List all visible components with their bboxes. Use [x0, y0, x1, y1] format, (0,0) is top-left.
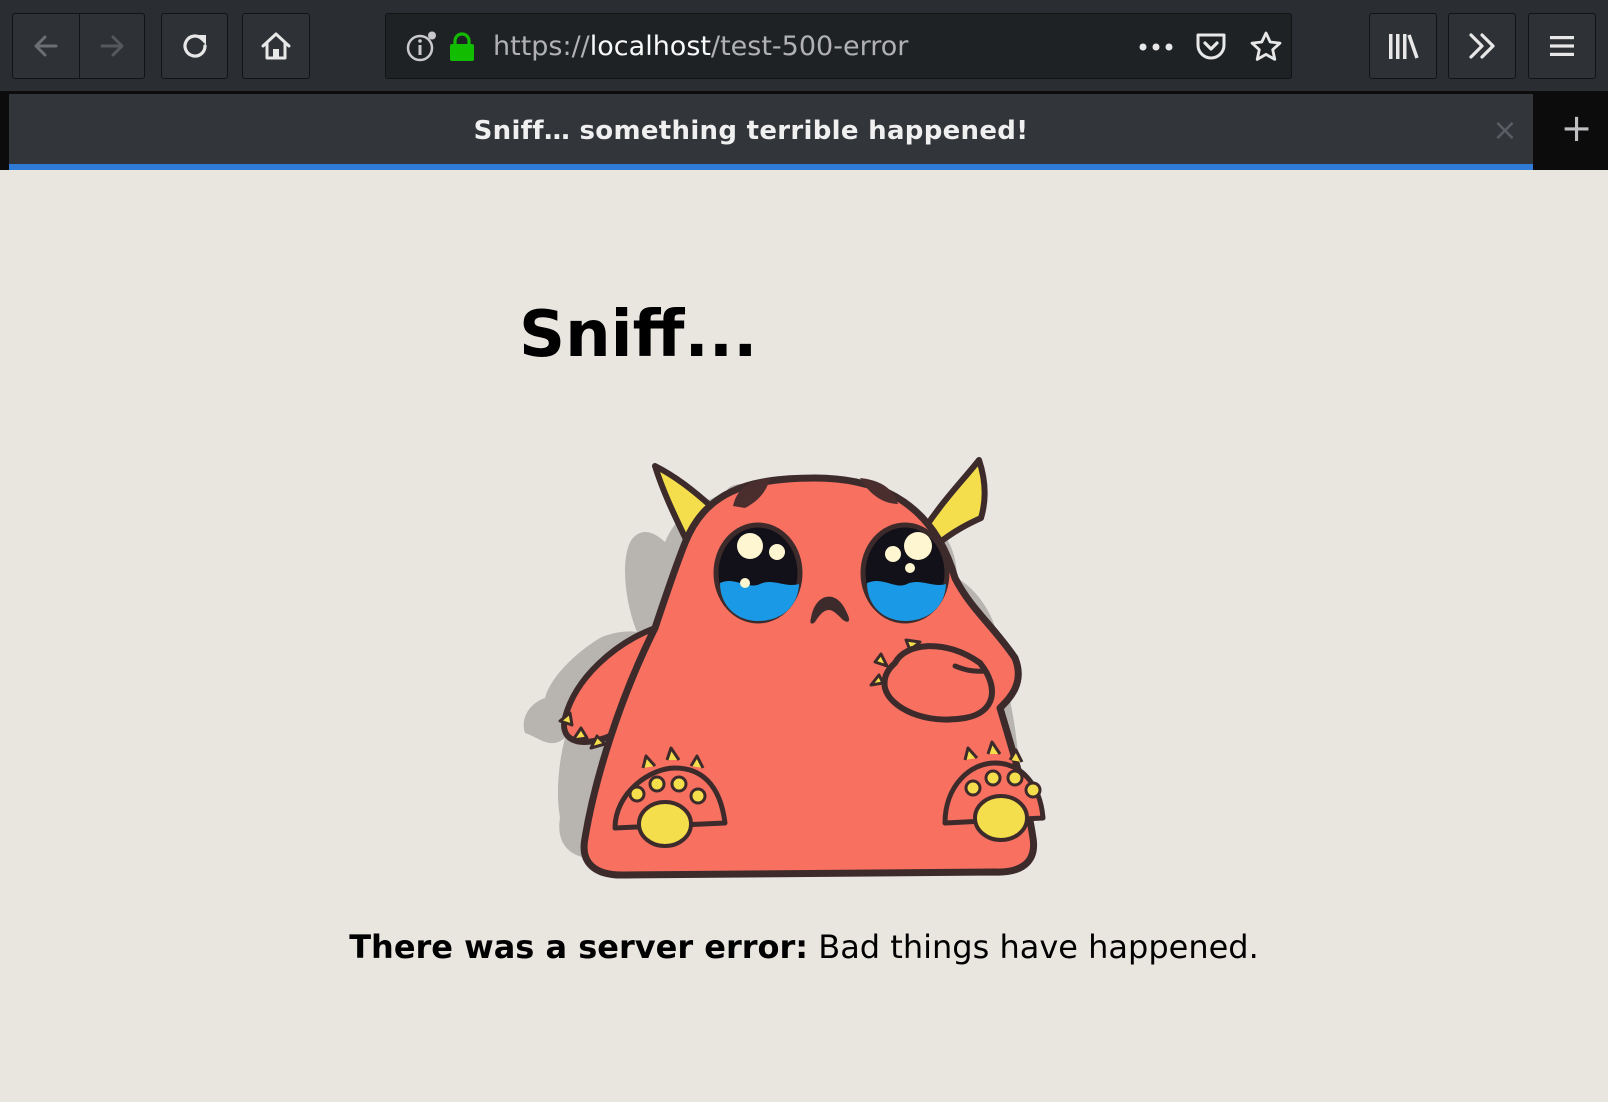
bookmark-button[interactable]	[1249, 14, 1283, 80]
url-host: localhost	[589, 31, 711, 62]
error-detail: Bad things have happened.	[808, 928, 1259, 966]
tab-title: Sniff… something terrible happened!	[473, 116, 1029, 146]
page-actions-button[interactable]	[1138, 14, 1174, 80]
lock-icon	[450, 32, 474, 61]
main-menu-button[interactable]	[1528, 13, 1596, 79]
crying-monster-illustration	[523, 457, 1046, 879]
arrow-left-icon	[34, 35, 58, 57]
address-bar[interactable]: https://localhost/test-500-error	[385, 13, 1292, 79]
page-heading: Sniff...	[519, 298, 758, 372]
home-button[interactable]	[242, 13, 310, 79]
hamburger-menu-icon	[1550, 36, 1574, 56]
reload-button[interactable]	[161, 13, 228, 79]
plus-icon: +	[1560, 106, 1593, 150]
arrow-right-icon	[100, 35, 124, 57]
error-label: There was a server error:	[349, 928, 809, 966]
browser-toolbar: https://localhost/test-500-error	[0, 0, 1608, 92]
page-content: Sniff... There was a server error: Bad t…	[0, 170, 1608, 1102]
pocket-button[interactable]	[1194, 14, 1228, 80]
url-path: /test-500-error	[710, 31, 909, 62]
home-icon	[261, 32, 291, 60]
info-icon	[406, 31, 436, 62]
more-dots-icon	[1139, 43, 1173, 51]
secure-connection-indicator[interactable]	[448, 14, 476, 80]
close-icon: ×	[1492, 113, 1518, 148]
close-tab-button[interactable]: ×	[1485, 94, 1525, 167]
overflow-menu-button[interactable]	[1448, 13, 1516, 79]
reload-icon	[182, 34, 207, 58]
library-icon	[1389, 34, 1419, 59]
navigation-buttons	[12, 13, 145, 79]
back-button[interactable]	[13, 14, 79, 78]
error-message: There was a server error: Bad things hav…	[0, 928, 1608, 966]
star-icon	[1250, 31, 1282, 61]
double-chevron-icon	[1469, 33, 1495, 59]
url-text[interactable]: https://localhost/test-500-error	[493, 14, 908, 80]
tab-active[interactable]: Sniff… something terrible happened! ×	[9, 94, 1533, 167]
new-tab-button[interactable]: +	[1545, 92, 1608, 164]
library-button[interactable]	[1369, 13, 1437, 79]
tab-strip: Sniff… something terrible happened! ×	[0, 92, 1608, 170]
pocket-icon	[1196, 33, 1226, 60]
forward-button[interactable]	[78, 14, 145, 78]
site-info-button[interactable]	[405, 14, 437, 80]
url-scheme: https://	[493, 31, 590, 62]
